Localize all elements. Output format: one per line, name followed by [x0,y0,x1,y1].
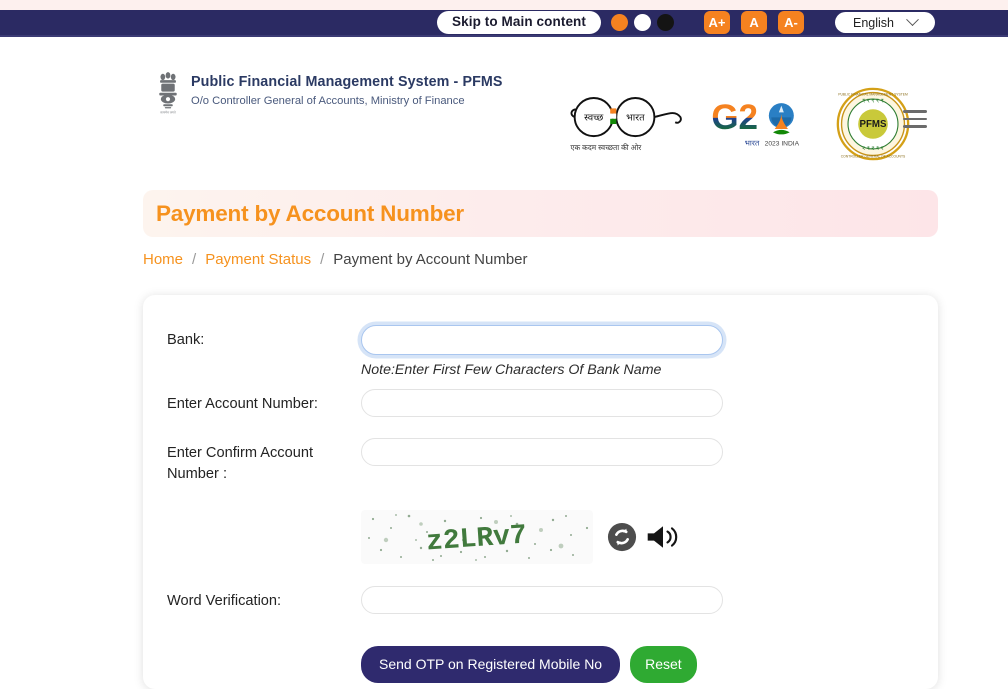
top-decorative-strip [0,0,1008,10]
svg-text:CONTROLLER GENERAL OF ACCOUNTS: CONTROLLER GENERAL OF ACCOUNTS [841,154,906,158]
hamburger-bar [903,125,927,128]
bank-note: Note:Enter First Few Characters Of Bank … [361,362,662,378]
svg-text:भारत: भारत [745,139,760,148]
hamburger-bar [903,117,927,120]
form-row-captcha: z2LRv7 [167,510,938,565]
page-title: Payment by Account Number [156,200,464,226]
svg-text:PFMS: PFMS [860,119,887,130]
site-title: Public Financial Management System - PFM… [191,74,503,91]
payment-form: Bank: Note:Enter First Few Characters Of… [143,295,938,684]
account-number-label: Enter Account Number: [167,396,318,412]
speaker-audio-icon[interactable] [645,522,681,552]
skip-to-main-content-button[interactable]: Skip to Main content [437,11,602,34]
captcha-spacer [167,510,361,515]
breadcrumb-separator: / [192,251,197,268]
svg-text:एक कदम स्वच्छता की ओर: एक कदम स्वच्छता की ओर [570,143,642,152]
form-row-actions: Send OTP on Registered Mobile No Reset [167,646,938,684]
breadcrumb-item-payment-status[interactable]: Payment Status [205,251,311,268]
actions-spacer [167,646,361,651]
svg-text:G2: G2 [711,98,758,137]
contrast-black-icon[interactable] [657,14,675,31]
breadcrumb-separator: / [320,251,325,268]
svg-text:2023 INDIA: 2023 INDIA [765,141,800,148]
contrast-white-icon[interactable] [634,14,652,31]
confirm-account-number-input[interactable] [361,438,723,466]
font-normal-button[interactable]: A [741,11,768,34]
g20-logo: G2 भारत 2023 INDIA [711,98,800,148]
bank-label: Bank: [167,332,205,348]
bank-input[interactable] [361,325,723,355]
send-otp-button[interactable]: Send OTP on Registered Mobile No [361,646,621,684]
brand-block: सत्यमेव जयते Public Financial Management… [156,69,503,115]
word-verification-input[interactable] [361,586,723,615]
swachh-bharat-logo: स्वच्छ भारत एक कदम स्वच्छता की ओर [570,97,682,152]
font-decrease-button[interactable]: A- [778,11,805,34]
site-masthead: सत्यमेव जयते Public Financial Management… [0,37,1008,161]
breadcrumb: Home / Payment Status / Payment by Accou… [143,251,528,268]
form-row-bank: Bank: Note:Enter First Few Characters Of… [167,325,938,378]
language-selected-value: English [853,15,895,30]
language-selector[interactable]: English [835,12,936,33]
reset-button[interactable]: Reset [630,646,697,684]
account-number-input[interactable] [361,389,723,417]
refresh-captcha-icon[interactable] [607,522,637,552]
captcha-actions [607,522,681,552]
breadcrumb-item-current: Payment by Account Number [333,251,528,268]
svg-text:PUBLIC FINANCIAL MANAGEMENT SY: PUBLIC FINANCIAL MANAGEMENT SYSTEM [838,92,908,96]
svg-text:सत्यमेव जयते: सत्यमेव जयते [160,110,176,114]
font-increase-button[interactable]: A+ [704,11,731,34]
accessibility-bar: Skip to Main content A+ A A- English [0,10,1008,37]
payment-form-card: Bank: Note:Enter First Few Characters Of… [143,295,938,689]
svg-text:₹ ₹ ₹ ₹ ₹: ₹ ₹ ₹ ₹ ₹ [862,146,884,152]
breadcrumb-item-home[interactable]: Home [143,251,183,268]
india-national-emblem-icon: सत्यमेव जयते [159,71,177,114]
svg-text:भारत: भारत [626,113,645,124]
svg-text:₹ ₹ ₹ ₹ ₹: ₹ ₹ ₹ ₹ ₹ [862,99,884,105]
contrast-options [611,14,675,31]
captcha-image: z2LRv7 [361,510,593,565]
chevron-down-icon [906,13,919,27]
contrast-orange-icon[interactable] [611,14,629,31]
hamburger-menu-icon[interactable] [903,110,927,128]
svg-text:स्वच्छ: स्वच्छ [584,113,604,124]
form-row-confirm-account-number: Enter Confirm Account Number : [167,438,938,485]
site-subtitle: O/o Controller General of Accounts, Mini… [191,95,465,108]
hamburger-bar [903,110,927,113]
partner-logos: स्वच्छ भारत एक कदम स्वच्छता की ओर G2 भार… [566,87,910,161]
page-title-banner: Payment by Account Number [143,190,938,237]
word-verification-label: Word Verification: [167,593,282,610]
confirm-account-number-label: Enter Confirm Account Number : [167,445,314,483]
form-row-word-verification: Word Verification: [167,586,938,615]
font-size-controls: A+ A A- [704,11,805,34]
pfms-seal-logo: ₹ ₹ ₹ ₹ ₹ ₹ ₹ ₹ ₹ ₹ PFMS PUBLIC FINANCIA… [836,87,910,161]
form-row-account-number: Enter Account Number: [167,389,938,417]
